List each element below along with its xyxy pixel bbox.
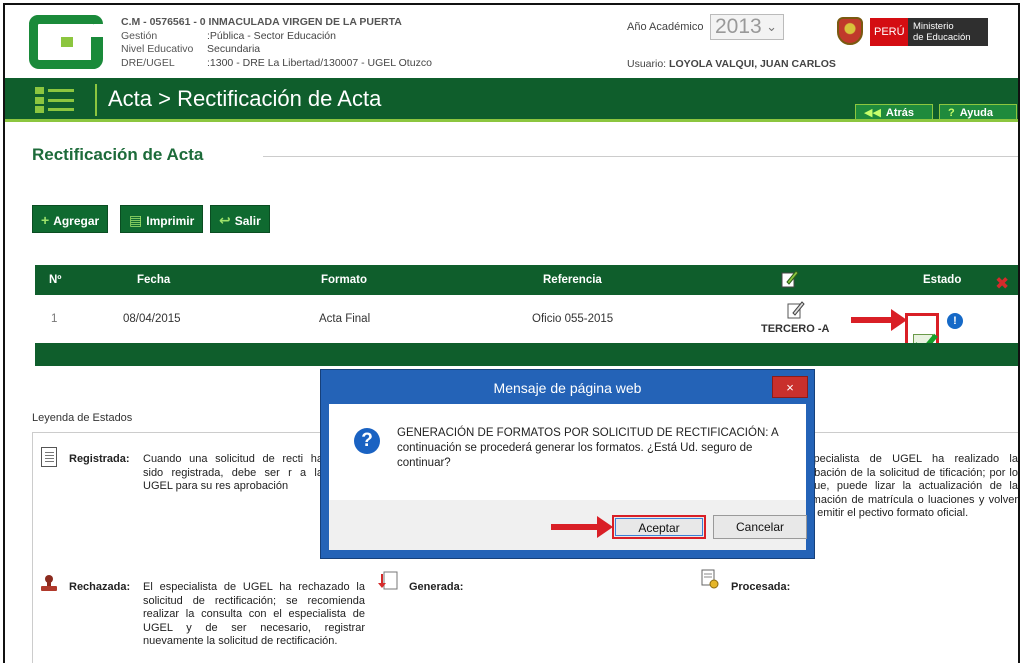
cm-line: C.M - 0576561 - 0 INMACULADA VIRGEN DE L…: [121, 16, 402, 28]
delete-x-icon[interactable]: ✖: [995, 274, 1009, 294]
salir-button[interactable]: ↩ Salir: [210, 205, 270, 233]
edit-pencil-icon: [781, 269, 799, 292]
registrada-text: Cuando una solicitud de recti ha sido re…: [143, 453, 323, 492]
agregar-button[interactable]: + Agregar: [32, 205, 109, 233]
atras-label: Atrás: [885, 107, 915, 119]
stamp-icon: [39, 573, 59, 596]
nivel-label: Nivel Educativo: [121, 43, 194, 55]
table-footer: [35, 343, 1018, 366]
chevron-down-icon: ⌄: [766, 19, 777, 34]
close-icon: ×: [786, 380, 794, 395]
dialog-body: ? GENERACIÓN DE FORMATOS POR SOLICITUD D…: [329, 404, 806, 500]
ministerio-line1: Ministerio: [913, 21, 954, 32]
cell-referencia: Oficio 055-2015: [532, 313, 614, 325]
agregar-label: Agregar: [53, 214, 100, 228]
procesada-label: Procesada:: [731, 581, 791, 593]
procesada-description: specialista de UGEL ha realizado la obac…: [808, 453, 1018, 519]
title-bar: Acta > Rectificación de Acta ◀◀ Atrás ? Ay…: [5, 78, 1018, 122]
pdf-icon: [377, 571, 399, 596]
minedu-logo: [29, 15, 103, 69]
back-arrow-icon: ◀◀: [864, 107, 881, 119]
col-fecha: Fecha: [137, 274, 171, 286]
ayuda-label: Ayuda: [959, 107, 993, 119]
help-icon: ?: [948, 107, 955, 119]
leyenda-title: Leyenda de Estados: [32, 412, 133, 424]
process-icon: [700, 569, 720, 592]
application-frame: C.M - 0576561 - 0 INMACULADA VIRGEN DE L…: [3, 3, 1020, 663]
page-breadcrumb-title: Acta > Rectificación de Acta: [108, 86, 382, 111]
highlight-arrow: [851, 309, 907, 331]
menu-list-icon[interactable]: [35, 87, 77, 113]
nivel-value: Secundaria: [207, 43, 261, 55]
dre-ugel-label: DRE/UGEL: [121, 56, 175, 69]
plus-icon: +: [41, 212, 50, 228]
cell-num: 1: [51, 313, 58, 325]
printer-icon: ▤: [129, 212, 143, 228]
cell-fecha: 08/04/2015: [123, 313, 181, 325]
aceptar-button[interactable]: Aceptar: [612, 515, 706, 539]
col-estado: Estado: [923, 274, 962, 286]
rechazada-text: El especialista de UGEL ha rechazado la …: [143, 581, 365, 647]
title-separator: [95, 84, 97, 116]
cell-formato: Acta Final: [319, 313, 371, 325]
usuario-info: Usuario: LOYOLA VALQUI, JUAN CARLOS: [627, 58, 836, 70]
page-title: Rectificación de Acta: [32, 145, 204, 164]
ayuda-button[interactable]: ? Ayuda: [939, 104, 1017, 120]
confirm-dialog: Mensaje de página web × ? GENERACIÓN DE …: [321, 370, 814, 558]
usuario-value: LOYOLA VALQUI, JUAN CARLOS: [669, 58, 836, 70]
dialog-caption: Mensaje de página web ×: [327, 374, 808, 402]
imprimir-button[interactable]: ▤ Imprimir: [120, 205, 204, 233]
cell-seccion: TERCERO -A: [761, 323, 830, 335]
gestion-label: Gestión: [121, 29, 158, 42]
exit-icon: ↩: [219, 212, 231, 228]
anio-select[interactable]: 2013 ⌄: [710, 14, 784, 40]
col-referencia: Referencia: [543, 274, 602, 286]
peru-brand: PERÚ: [870, 18, 908, 46]
dialog-footer: Aceptar Cancelar: [329, 500, 807, 550]
app-header: C.M - 0576561 - 0 INMACULADA VIRGEN DE L…: [5, 5, 1018, 78]
info-icon[interactable]: !: [947, 313, 963, 329]
col-formato: Formato: [321, 274, 367, 286]
cancelar-button[interactable]: Cancelar: [713, 515, 807, 539]
coat-of-arms-icon: [837, 17, 863, 45]
table-header: Nº Fecha Formato Referencia Estado ✖: [35, 265, 1018, 295]
dialog-message: GENERACIÓN DE FORMATOS POR SOLICITUD DE …: [397, 427, 779, 469]
highlight-arrow: [551, 516, 613, 538]
ministerio-brand: Ministerio de Educación: [908, 18, 988, 46]
question-icon: ?: [354, 428, 380, 454]
usuario-label: Usuario:: [627, 58, 667, 70]
imprimir-label: Imprimir: [146, 214, 195, 228]
salir-label: Salir: [234, 214, 261, 228]
edit-pencil-icon[interactable]: [787, 301, 805, 322]
rechazada-label: Rechazada:: [69, 581, 131, 593]
col-num: Nº: [49, 274, 62, 286]
gestion-value: :Pública - Sector Educación: [207, 29, 336, 42]
atras-button[interactable]: ◀◀ Atrás: [855, 104, 933, 120]
generada-label: Generada:: [409, 581, 464, 593]
anio-label: Año Académico: [627, 21, 704, 33]
document-icon: [41, 447, 57, 467]
close-button[interactable]: ×: [772, 376, 808, 398]
institution-info: C.M - 0576561 - 0 INMACULADA VIRGEN DE L…: [121, 16, 432, 70]
title-divider: [263, 156, 1018, 157]
ministerio-line2: de Educación: [913, 32, 971, 43]
table-row[interactable]: 1 08/04/2015 Acta Final Oficio 055-2015 …: [35, 295, 1018, 354]
dialog-title: Mensaje de página web: [493, 380, 642, 396]
registrada-label: Registrada:: [69, 453, 130, 465]
dre-ugel-value: :1300 - DRE La Libertad/130007 - UGEL Ot…: [207, 56, 432, 69]
anio-value: 2013: [715, 15, 762, 38]
